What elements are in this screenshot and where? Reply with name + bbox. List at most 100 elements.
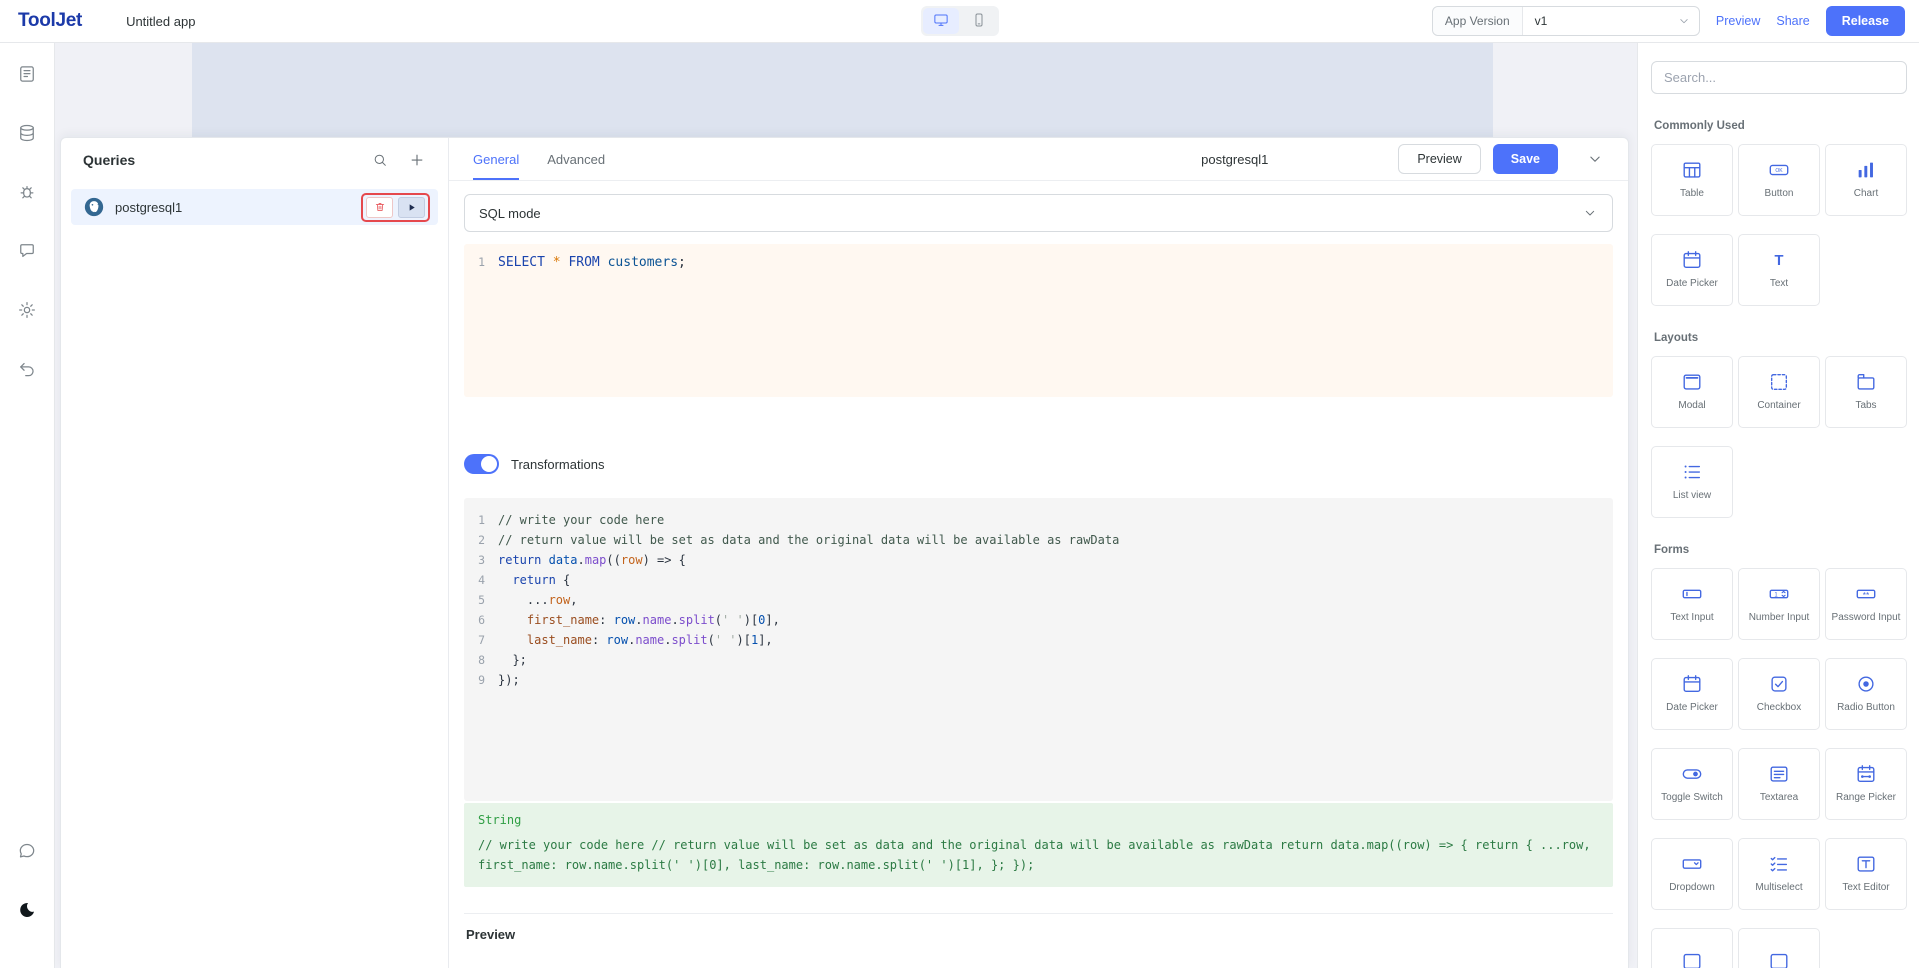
code-line: 4 return { (464, 570, 1613, 590)
modal-icon (1681, 371, 1703, 393)
code-line: 8 }; (464, 650, 1613, 670)
dropdown-icon (1681, 853, 1703, 875)
widgets-sections: Commonly UsedTableOKButtonChartDate Pick… (1638, 120, 1919, 968)
chevron-down-icon (1582, 205, 1598, 221)
undo-icon[interactable] (13, 355, 41, 383)
widget-label: Container (1753, 400, 1804, 413)
code-line: 5 ...row, (464, 590, 1613, 610)
query-list-item[interactable]: postgresql1 (71, 189, 438, 225)
sql-mode-select[interactable]: SQL mode (464, 194, 1613, 232)
query-manager-panel: Queries postgresql1 General Advanced pos… (60, 137, 1629, 968)
postgresql-icon (83, 196, 105, 218)
debugger-icon[interactable] (13, 178, 41, 206)
release-button[interactable]: Release (1826, 6, 1905, 36)
widgets-grid: Table OKButtonChart Date Picker T Text (1638, 144, 1919, 306)
help-chat-icon[interactable] (13, 837, 41, 865)
widget-card-partial[interactable] (1651, 928, 1733, 968)
widget-card-checkbox[interactable]: Checkbox (1738, 658, 1820, 730)
query-save-button[interactable]: Save (1493, 144, 1558, 174)
tab-advanced[interactable]: Advanced (547, 138, 605, 180)
widget-card-list-view[interactable]: List view (1651, 446, 1733, 518)
widget-card-dropdown[interactable]: Dropdown (1651, 838, 1733, 910)
texteditor-icon (1855, 853, 1877, 875)
widget-card-date-picker[interactable]: Date Picker (1651, 658, 1733, 730)
query-editor-body: SQL mode 1SELECT * FROM customers; Trans… (449, 181, 1628, 968)
dark-mode-icon[interactable] (13, 896, 41, 924)
widget-card-partial[interactable] (1738, 928, 1820, 968)
widget-card-chart[interactable]: Chart (1825, 144, 1907, 216)
collapse-panel-icon[interactable] (1586, 150, 1604, 168)
widget-label: Number Input (1745, 612, 1814, 625)
app-title[interactable]: Untitled app (126, 14, 195, 29)
line-number: 2 (464, 530, 498, 550)
widget-search-input[interactable] (1651, 61, 1907, 94)
widget-label: Table (1676, 188, 1708, 201)
share-link[interactable]: Share (1776, 14, 1809, 28)
widget-label: Text Editor (1838, 882, 1893, 895)
desktop-view-button[interactable] (923, 8, 959, 34)
widget-label: Dropdown (1665, 882, 1719, 895)
widget-card-tabs[interactable]: Tabs (1825, 356, 1907, 428)
mobile-icon (971, 12, 987, 31)
widget-card-toggle-switch[interactable]: Toggle Switch (1651, 748, 1733, 820)
queries-panel-title: Queries (83, 152, 135, 168)
listview-icon (1681, 461, 1703, 483)
transformations-toggle[interactable] (464, 454, 499, 474)
run-query-button[interactable] (398, 197, 425, 218)
search-queries-icon[interactable] (372, 152, 388, 168)
datasources-icon[interactable] (13, 119, 41, 147)
transformations-label: Transformations (511, 457, 604, 472)
widget-card-multiselect[interactable]: Multiselect (1738, 838, 1820, 910)
transformations-code-editor[interactable]: 1// write your code here2// return value… (464, 498, 1613, 801)
partial-icon (1768, 950, 1790, 968)
add-query-button[interactable] (408, 151, 426, 169)
widget-label: Date Picker (1662, 278, 1722, 291)
widget-card-text-input[interactable]: Text Input (1651, 568, 1733, 640)
canvas-surface[interactable] (192, 43, 1493, 137)
app-version-control[interactable]: App Version v1 (1432, 6, 1700, 36)
query-name[interactable]: postgresql1 (1201, 152, 1268, 167)
widget-card-modal[interactable]: Modal (1651, 356, 1733, 428)
datepicker-icon (1681, 673, 1703, 695)
widget-label: Text (1766, 278, 1792, 291)
widget-card-container[interactable]: Container (1738, 356, 1820, 428)
line-number: 6 (464, 610, 498, 630)
textarea-icon (1768, 763, 1790, 785)
svg-text:T: T (1775, 253, 1784, 269)
widget-card-button[interactable]: OKButton (1738, 144, 1820, 216)
preview-section-header: Preview (464, 913, 1613, 955)
chart-icon (1855, 159, 1877, 181)
widget-card-date-picker[interactable]: Date Picker (1651, 234, 1733, 306)
comments-icon[interactable] (13, 237, 41, 265)
code-line: 2// return value will be set as data and… (464, 530, 1613, 550)
result-value: // write your code here // return value … (478, 835, 1599, 875)
widgets-section-title: Layouts (1654, 332, 1919, 344)
tab-general[interactable]: General (473, 138, 519, 180)
widget-card-table[interactable]: Table (1651, 144, 1733, 216)
settings-icon[interactable] (13, 296, 41, 324)
line-number: 9 (464, 670, 498, 690)
mobile-view-button[interactable] (961, 8, 997, 34)
widget-card-number-input[interactable]: 1Number Input (1738, 568, 1820, 640)
transformation-result: String // write your code here // return… (464, 803, 1613, 887)
sql-mode-value: SQL mode (479, 206, 541, 221)
preview-link[interactable]: Preview (1716, 14, 1760, 28)
sql-code-editor[interactable]: 1SELECT * FROM customers; (464, 244, 1613, 397)
widget-label: Range Picker (1832, 792, 1900, 805)
line-number: 4 (464, 570, 498, 590)
widget-card-textarea[interactable]: Textarea (1738, 748, 1820, 820)
line-number: 1 (464, 510, 498, 530)
widget-card-text[interactable]: T Text (1738, 234, 1820, 306)
widget-label: Toggle Switch (1657, 792, 1727, 805)
widget-card-text-editor[interactable]: Text Editor (1825, 838, 1907, 910)
checkbox-icon (1768, 673, 1790, 695)
widget-label: Tabs (1851, 400, 1880, 413)
delete-query-button[interactable] (366, 197, 393, 218)
widget-card-range-picker[interactable]: Range Picker (1825, 748, 1907, 820)
widget-label: Checkbox (1753, 702, 1805, 715)
pages-icon[interactable] (13, 60, 41, 88)
widget-card-password-input[interactable]: **Password Input (1825, 568, 1907, 640)
widget-card-radio-button[interactable]: Radio Button (1825, 658, 1907, 730)
code-line: 1// write your code here (464, 510, 1613, 530)
query-preview-button[interactable]: Preview (1398, 144, 1480, 174)
